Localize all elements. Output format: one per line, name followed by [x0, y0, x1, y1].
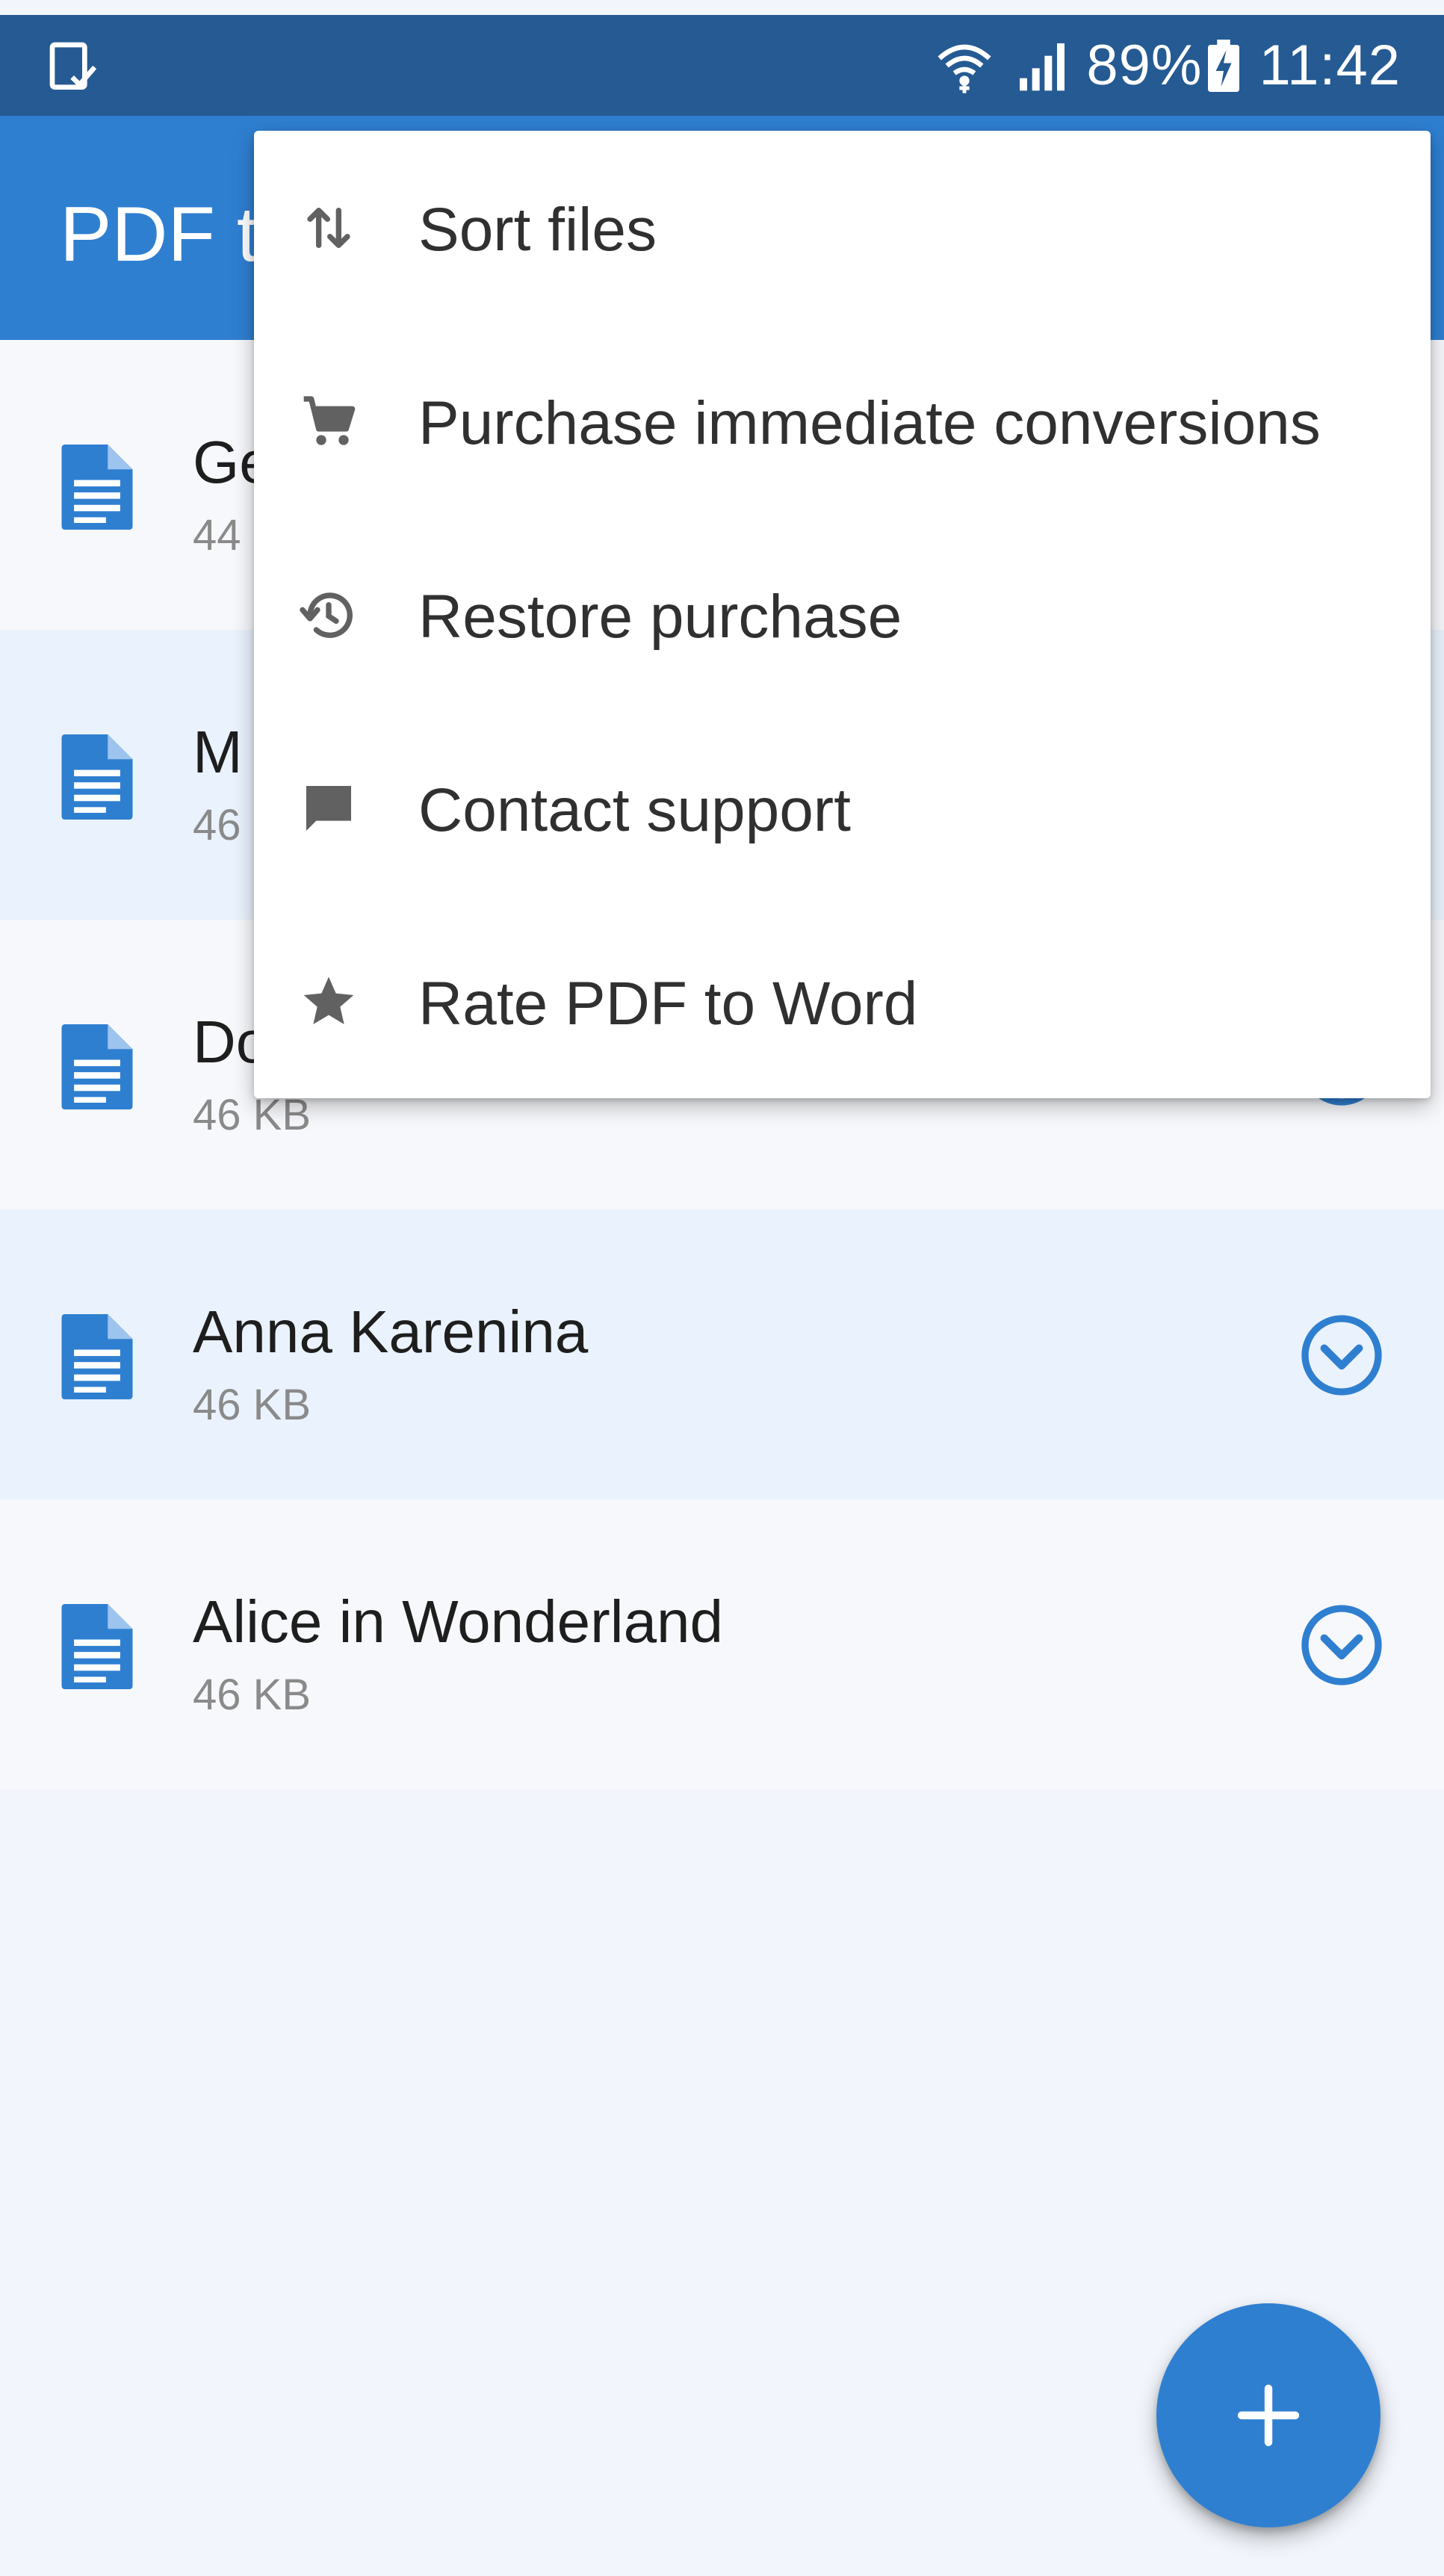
document-icon — [61, 734, 133, 820]
history-icon — [300, 592, 353, 638]
chat-icon — [306, 786, 351, 831]
screen: 89% 11:42 PDF t Ge 44 M 46 Do 46 KB Anna… — [0, 0, 1444, 2576]
file-size: 44 — [193, 511, 241, 560]
battery-charging-icon — [1208, 39, 1240, 92]
signal-icon — [1020, 43, 1065, 90]
sort-icon — [307, 208, 350, 248]
file-name: M — [193, 719, 243, 785]
battery-percent: 89% — [1086, 34, 1203, 97]
add-file-fab[interactable] — [1156, 2303, 1381, 2527]
expand-chevron-icon[interactable] — [1300, 1313, 1383, 1397]
file-size: 46 — [193, 801, 241, 849]
document-icon — [61, 1604, 133, 1689]
menu-item-restore-purchase[interactable]: Restore purchase — [254, 518, 1431, 711]
menu-item-contact-support[interactable]: Contact support — [254, 711, 1431, 905]
menu-item-label: Rate PDF to Word — [418, 970, 918, 1038]
cart-icon — [303, 396, 356, 445]
menu-item-label: Sort files — [418, 196, 657, 264]
document-icon — [61, 1024, 133, 1109]
document-icon — [61, 1314, 133, 1399]
clock: 11:42 — [1259, 34, 1401, 97]
file-row[interactable]: Alice in Wonderland 46 KB — [0, 1499, 1444, 1789]
plus-icon — [1237, 2384, 1300, 2447]
file-name: Anna Karenina — [193, 1298, 589, 1365]
expand-chevron-icon[interactable] — [1300, 1603, 1383, 1687]
file-name: Alice in Wonderland — [193, 1588, 724, 1655]
file-row[interactable]: Anna Karenina 46 KB — [0, 1210, 1444, 1499]
menu-item-label: Purchase immediate conversions — [418, 389, 1321, 457]
menu-item-label: Restore purchase — [418, 583, 902, 651]
status-right: 89% 11:42 — [931, 15, 1401, 116]
document-icon — [61, 445, 133, 530]
file-size: 46 KB — [193, 1671, 311, 1719]
menu-item-label: Contact support — [418, 776, 851, 844]
star-icon — [303, 976, 354, 1024]
menu-item-rate-app[interactable]: Rate PDF to Word — [254, 905, 1431, 1098]
overflow-menu: Sort files Purchase immediate conversion… — [254, 131, 1431, 1098]
file-size: 46 KB — [193, 1381, 311, 1429]
status-bar: 89% 11:42 — [0, 15, 1444, 116]
menu-item-sort-files[interactable]: Sort files — [254, 131, 1431, 324]
wifi-icon — [938, 44, 991, 93]
app-title: PDF t — [60, 191, 258, 278]
screenshot-notification-icon — [49, 42, 97, 90]
menu-item-purchase-conversions[interactable]: Purchase immediate conversions — [254, 324, 1431, 518]
